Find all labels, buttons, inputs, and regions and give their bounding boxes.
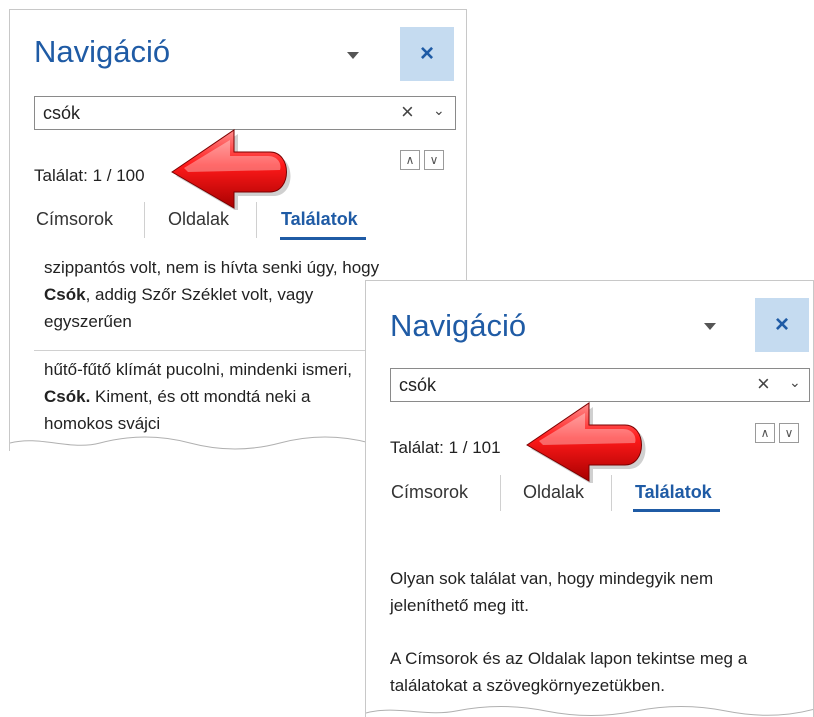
pane-title: Navigáció <box>34 34 171 69</box>
next-result-button[interactable]: ∨ <box>424 150 444 170</box>
previous-result-button[interactable]: ∧ <box>755 423 775 443</box>
tab-results[interactable]: Találatok <box>635 482 712 503</box>
pane-options-dropdown-icon[interactable] <box>704 323 716 330</box>
arrow-up-icon: ∧ <box>405 153 415 167</box>
navigation-pane-2: Navigáció × csók × ⌄ ∧ ∨ Találat: 1 / 10… <box>365 280 814 717</box>
chevron-down-icon[interactable]: ⌄ <box>433 102 445 119</box>
pane-options-dropdown-icon[interactable] <box>347 52 359 59</box>
active-tab-indicator <box>633 509 720 512</box>
close-icon: × <box>419 40 434 67</box>
result-text: hűtő-fűtő klímát pucolni, mindenki ismer… <box>44 360 353 379</box>
clear-icon[interactable]: × <box>757 371 770 397</box>
chevron-down-icon[interactable]: ⌄ <box>789 374 801 391</box>
search-value: csók <box>43 103 81 123</box>
tab-headings[interactable]: Címsorok <box>391 482 468 503</box>
result-count: Találat: 1 / 100 <box>34 166 145 185</box>
previous-result-button[interactable]: ∧ <box>400 150 420 170</box>
active-tab-indicator <box>280 237 366 240</box>
torn-edge <box>366 706 813 717</box>
next-result-button[interactable]: ∨ <box>779 423 799 443</box>
result-text: szippantós volt, nem is hívta senki úgy,… <box>44 258 380 277</box>
close-button[interactable]: × <box>755 298 809 352</box>
tab-pages[interactable]: Oldalak <box>168 209 229 230</box>
result-count: Találat: 1 / 101 <box>390 438 501 457</box>
arrow-down-icon: ∨ <box>429 153 439 167</box>
too-many-results-message: Olyan sok találat van, hogy mindegyik ne… <box>390 569 714 615</box>
arrow-down-icon: ∨ <box>784 426 794 440</box>
results-hint-message: A Címsorok és az Oldalak lapon tekintse … <box>390 649 748 695</box>
pane-title: Navigáció <box>390 308 527 343</box>
close-icon: × <box>774 311 789 338</box>
arrow-up-icon: ∧ <box>760 426 770 440</box>
tab-headings[interactable]: Címsorok <box>36 209 113 230</box>
close-button[interactable]: × <box>400 27 454 81</box>
result-match: Csók. <box>44 387 91 406</box>
result-item[interactable]: hűtő-fűtő klímát pucolni, mindenki ismer… <box>44 356 384 437</box>
tab-results[interactable]: Találatok <box>281 209 358 230</box>
result-item[interactable]: szippantós volt, nem is hívta senki úgy,… <box>44 254 394 335</box>
tab-divider <box>144 202 145 238</box>
result-match: Csók <box>44 285 86 304</box>
red-pointer-arrow <box>526 402 646 483</box>
tab-divider <box>500 475 501 511</box>
clear-icon[interactable]: × <box>401 99 414 125</box>
red-pointer-arrow <box>171 129 291 210</box>
search-value: csók <box>399 375 437 395</box>
tab-pages[interactable]: Oldalak <box>523 482 584 503</box>
